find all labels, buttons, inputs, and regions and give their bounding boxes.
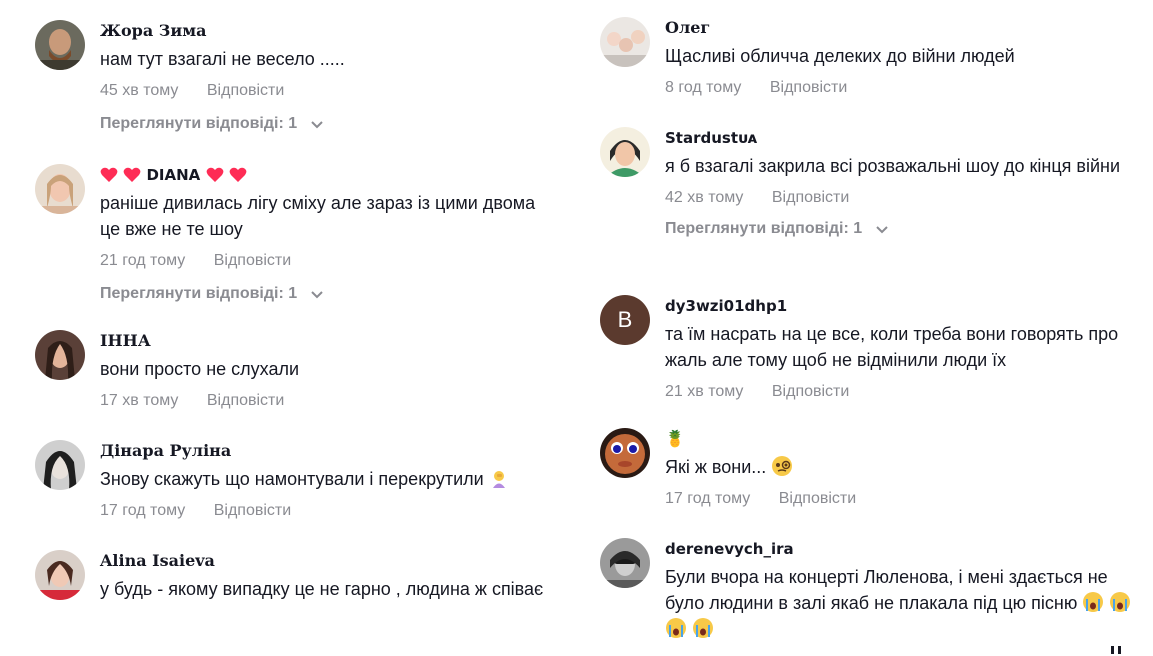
face-with-monocle-emoji-icon: [772, 456, 793, 476]
comment-body: Alina Isaieva у будь - якому випадку це …: [100, 550, 555, 602]
comment-text: у будь - якому випадку це не гарно , люд…: [100, 579, 544, 599]
view-replies-label: Переглянути відповіді: 1: [100, 285, 298, 302]
avatar[interactable]: [35, 20, 85, 70]
avatar[interactable]: [600, 127, 650, 177]
comment-text: я б взагалі закрила всі розважальні шоу …: [665, 156, 1121, 176]
comment-text: вони просто не слухали: [100, 359, 300, 379]
heart-emoji-icon: [100, 167, 118, 182]
heart-emoji-icon: [229, 167, 247, 182]
avatar[interactable]: [600, 538, 650, 588]
view-replies-button[interactable]: Переглянути відповіді: 1: [100, 113, 555, 135]
comment-time: 42 хв тому: [665, 189, 744, 206]
comment-meta: 17 год тому Відповісти: [665, 488, 1143, 510]
comment-time: 17 год тому: [100, 502, 186, 519]
avatar[interactable]: [35, 550, 85, 600]
heart-emoji-icon: [123, 167, 141, 182]
reply-button[interactable]: Відповісти: [770, 79, 847, 96]
reply-button[interactable]: Відповісти: [779, 490, 856, 507]
avatar[interactable]: [35, 440, 85, 490]
view-replies-button[interactable]: Переглянути відповіді: 1: [665, 218, 1143, 240]
loudly-crying-face-emoji-icon: [693, 618, 714, 638]
reply-button[interactable]: Відповісти: [772, 189, 849, 206]
comment-body: Stardustᴜᴀ я б взагалі закрила всі розва…: [665, 127, 1143, 240]
comment-meta: 17 хв тому Відповісти: [100, 390, 555, 412]
comment-meta: 21 хв тому Відповісти: [665, 381, 1143, 403]
comment-time: 21 год тому: [100, 252, 186, 269]
reply-button[interactable]: Відповісти: [207, 82, 284, 99]
comment-meta: 21 год тому Відповісти: [100, 250, 555, 272]
comment-text-row: Були вчора на концерті Люленова, і мені …: [665, 564, 1143, 642]
loudly-crying-face-emoji-icon: [1083, 592, 1104, 612]
person-facepalming-emoji-icon: [492, 471, 505, 488]
comment-text: раніше дивилась лігу сміху але зараз із …: [100, 193, 536, 239]
comment-time: 8 год тому: [665, 79, 742, 96]
comment-text: нам тут взагалі не весело .....: [100, 49, 345, 69]
comment-meta: 45 хв тому Відповісти: [100, 80, 555, 102]
comment-body: Олег Щасливі обличча делеких до війни лю…: [665, 17, 1143, 99]
view-replies-label: Переглянути відповіді: 1: [665, 220, 863, 237]
comment-username[interactable]: 🍍: [665, 428, 1143, 450]
view-replies-label: Переглянути відповіді: 1: [100, 115, 298, 132]
reply-button[interactable]: Відповісти: [214, 502, 291, 519]
avatar[interactable]: [600, 428, 650, 478]
comment-body: Жора Зима нам тут взагалі не весело ....…: [100, 20, 555, 135]
comment-time: 45 хв тому: [100, 82, 179, 99]
comment-meta: 8 год тому Відповісти: [665, 77, 1143, 99]
comment-body: ІННА вони просто не слухали 17 хв тому В…: [100, 330, 555, 412]
loudly-crying-face-emoji-icon: [1110, 592, 1131, 612]
comment-body: dy3wzi01dhp1 та їм насрать на це все, ко…: [665, 295, 1143, 403]
comment-text: Знову скажуть що намонтували і перекрути…: [100, 469, 484, 489]
comment-text: Які ж вони...: [665, 457, 767, 477]
comment-body: DIANA раніше дивилась лігу сміху але зар…: [100, 164, 555, 305]
avatar-letter: B: [617, 307, 633, 332]
comment-body: derenevych_ira Були вчора на концерті Лю…: [665, 538, 1143, 642]
comment-body: 🍍 Які ж вони... 17 год тому Відповісти: [665, 428, 1143, 510]
chevron-down-icon: [875, 226, 888, 234]
comment-text-row: Які ж вони...: [665, 454, 1143, 480]
comment-meta: 42 хв тому Відповісти: [665, 187, 1143, 209]
comment-text: Були вчора на концерті Люленова, і мені …: [665, 567, 1108, 613]
comment-username[interactable]: ІННА: [100, 330, 555, 352]
pause-icon[interactable]: [1109, 644, 1125, 654]
comment-username[interactable]: dy3wzi01dhp1: [665, 295, 1143, 317]
avatar[interactable]: [600, 17, 650, 67]
loudly-crying-face-emoji-icon: [666, 618, 686, 638]
chevron-down-icon: [310, 291, 323, 299]
reply-button[interactable]: Відповісти: [207, 392, 284, 409]
avatar[interactable]: [35, 164, 85, 214]
comment-time: 21 хв тому: [665, 383, 744, 400]
chevron-down-icon: [310, 121, 323, 129]
comment-username[interactable]: Alina Isaieva: [100, 550, 555, 572]
avatar[interactable]: B: [600, 295, 650, 345]
heart-emoji-icon: [206, 167, 223, 182]
comment-text: та їм насрать на це все, коли треба вони…: [665, 324, 1119, 370]
comment-username: DIANA: [146, 166, 201, 184]
comment-meta: 17 год тому Відповісти: [100, 500, 555, 522]
comment-username[interactable]: Stardustᴜᴀ: [665, 127, 1143, 149]
comment-text-row: Знову скажуть що намонтували і перекрути…: [100, 466, 555, 492]
comment-text: Щасливі обличча делеких до війни людей: [665, 46, 1015, 66]
reply-button[interactable]: Відповісти: [772, 383, 849, 400]
comments-page: Жора Зима нам тут взагалі не весело ....…: [0, 0, 1153, 656]
avatar[interactable]: [35, 330, 85, 380]
comment-body: Дінара Руліна Знову скажуть що намонтува…: [100, 440, 555, 522]
view-replies-button[interactable]: Переглянути відповіді: 1: [100, 283, 555, 305]
comment-username[interactable]: Дінара Руліна: [100, 440, 555, 462]
comment-username[interactable]: Олег: [665, 17, 1143, 39]
comment-username-row[interactable]: DIANA: [100, 164, 555, 186]
comment-time: 17 хв тому: [100, 392, 179, 409]
reply-button[interactable]: Відповісти: [214, 252, 291, 269]
comment-time: 17 год тому: [665, 490, 751, 507]
comment-username[interactable]: derenevych_ira: [665, 538, 1143, 560]
comment-username[interactable]: Жора Зима: [100, 20, 555, 42]
